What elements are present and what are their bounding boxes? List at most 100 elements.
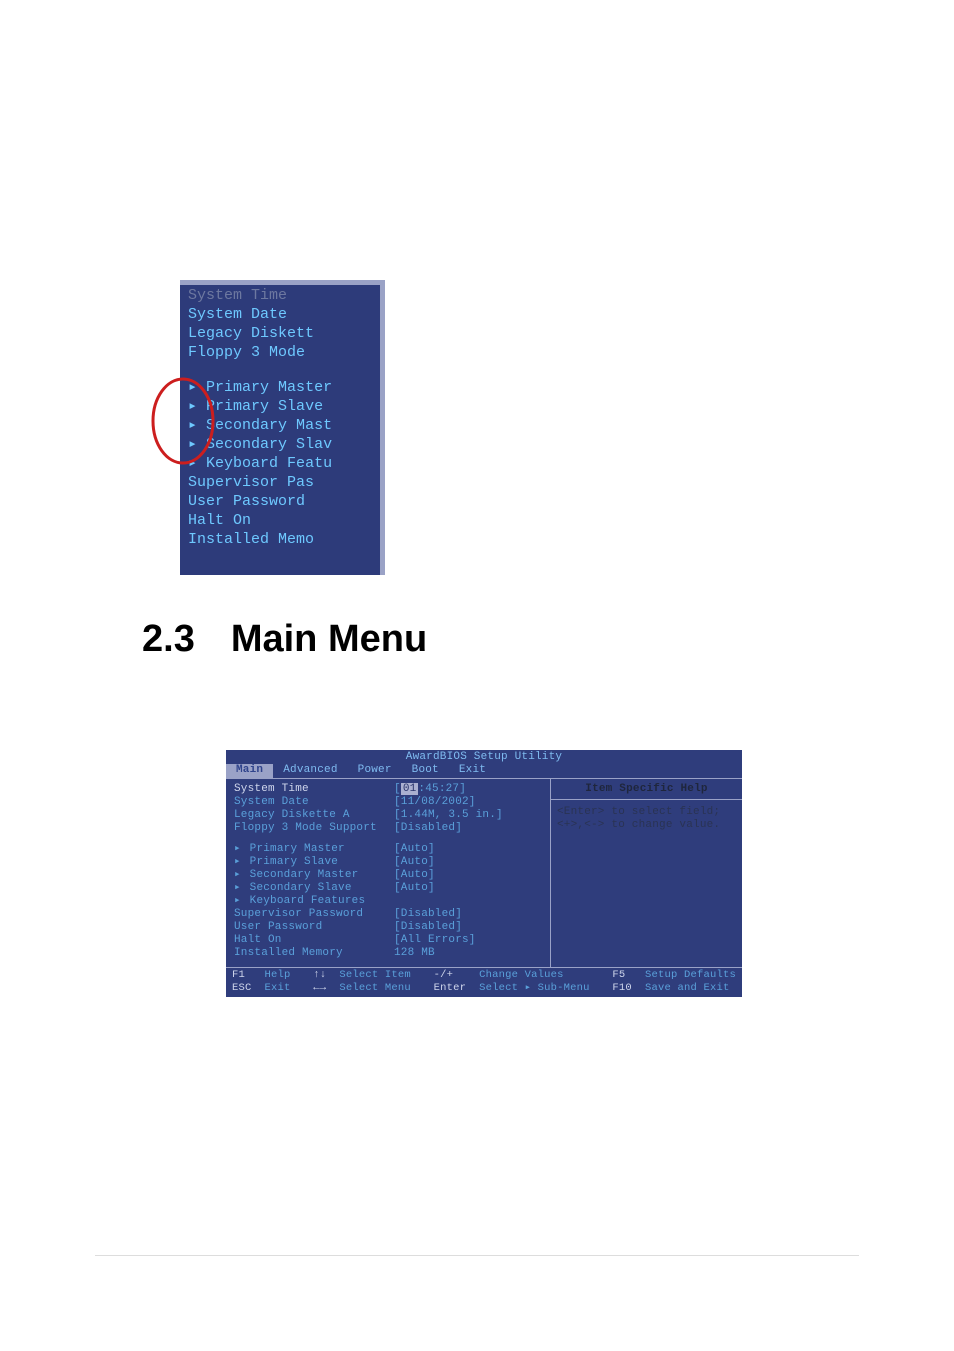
snippet-item-supervisor-password: Supervisor Pas [188,473,378,492]
snippet-item-secondary-master: ▸ Secondary Mast [188,416,378,435]
key-f10: F10 [612,982,632,994]
tab-advanced[interactable]: Advanced [273,764,347,778]
key-f5: F5 [612,969,625,981]
heading-number: 2.3 [142,618,195,660]
footer-f10: F10 Save and Exit [612,982,736,995]
value-system-date: [11/08/2002] [394,796,476,809]
snippet-primary-slave-label: Primary Slave [206,398,323,415]
footer-esc: ESC Exit [232,982,291,995]
label-primary-slave: ▸ Primary Slave [234,856,394,869]
key-leftright: ←→ [313,982,326,994]
value-primary-master: [Auto] [394,843,435,856]
value-user-password: [Disabled] [394,921,462,934]
desc-select-item: Select Item [339,969,411,981]
footer-updown: ↑↓ Select Item [313,969,411,982]
label-system-date: System Date [234,796,394,809]
help-line-2: <+>,<-> to change value. [557,819,736,832]
desc-save-exit: Save and Exit [645,982,730,994]
submenu-arrow-icon: ▸ [234,895,241,907]
section-heading: 2.3 Main Menu [142,618,427,661]
bios-snippet: System Time System Date Legacy Diskett F… [150,280,380,570]
label-installed-memory: Installed Memory [234,947,394,960]
snippet-secondary-slave-label: Secondary Slav [206,436,332,453]
field-halt-on[interactable]: Halt On [All Errors] [234,934,550,947]
help-title: Item Specific Help [557,783,736,796]
spacer [234,835,550,843]
label-legacy-diskette-a: Legacy Diskette A [234,809,394,822]
field-system-time[interactable]: System Time [01:45:27] [234,783,550,796]
label-supervisor-password: Supervisor Password [234,908,394,921]
value-primary-slave: [Auto] [394,856,435,869]
footer-f5: F5 Setup Defaults [612,969,736,982]
desc-exit: Exit [265,982,291,994]
footer-plusminus: -/+ Change Values [434,969,590,982]
label-primary-master: ▸ Primary Master [234,843,394,856]
page-footer-rule [95,1255,859,1256]
field-supervisor-password[interactable]: Supervisor Password [Disabled] [234,908,550,921]
label-system-time: System Time [234,783,394,796]
field-secondary-master[interactable]: ▸ Secondary Master [Auto] [234,869,550,882]
desc-help: Help [265,969,291,981]
field-primary-master[interactable]: ▸ Primary Master [Auto] [234,843,550,856]
footer-leftright: ←→ Select Menu [313,982,411,995]
help-separator [551,799,742,800]
footer-col-2: ↑↓ Select Item ←→ Select Menu [313,969,411,995]
system-time-rest: :45:27] [418,783,466,795]
footer-col-3: -/+ Change Values Enter Select ▸ Sub-Men… [434,969,590,995]
tab-power[interactable]: Power [348,764,402,778]
primary-slave-text: Primary Slave [250,856,338,868]
label-keyboard-features: ▸ Keyboard Features [234,895,394,908]
snippet-separator [188,362,378,378]
footer-enter: Enter Select ▸ Sub-Menu [434,982,590,995]
field-legacy-diskette-a[interactable]: Legacy Diskette A [1.44M, 3.5 in.] [234,809,550,822]
label-secondary-master: ▸ Secondary Master [234,869,394,882]
red-callout-circle [150,376,216,466]
field-keyboard-features[interactable]: ▸ Keyboard Features [234,895,550,908]
label-halt-on: Halt On [234,934,394,947]
tab-exit[interactable]: Exit [449,764,496,778]
desc-select-menu: Select Menu [339,982,411,994]
bios-title: AwardBIOS Setup Utility [226,750,742,764]
snippet-item-system-date: System Date [188,305,378,324]
help-line-1: <Enter> to select field; [557,806,736,819]
field-secondary-slave[interactable]: ▸ Secondary Slave [Auto] [234,882,550,895]
snippet-primary-master-label: Primary Master [206,379,332,396]
snippet-item-floppy: Floppy 3 Mode [188,343,378,362]
heading-title: Main Menu [231,618,427,660]
bios-window: AwardBIOS Setup Utility Main Advanced Po… [226,750,742,997]
value-floppy-3: [Disabled] [394,822,462,835]
snippet-item-halt-on: Halt On [188,511,378,530]
field-primary-slave[interactable]: ▸ Primary Slave [Auto] [234,856,550,869]
snippet-item-keyboard-features: ▸ Keyboard Featu [188,454,378,473]
snippet-item-primary-master: ▸ Primary Master [188,378,378,397]
value-supervisor-password: [Disabled] [394,908,462,921]
snippet-keyboard-features-label: Keyboard Featu [206,455,332,472]
label-floppy-3: Floppy 3 Mode Support [234,822,394,835]
snippet-item-user-password: User Password [188,492,378,511]
desc-select-submenu: Select ▸ Sub-Menu [479,982,590,994]
field-system-date[interactable]: System Date [11/08/2002] [234,796,550,809]
value-system-time: [01:45:27] [394,783,466,796]
snippet-item-installed-memory: Installed Memo [188,530,378,549]
document-page: System Time System Date Legacy Diskett F… [0,0,954,1351]
submenu-arrow-icon: ▸ [234,843,241,855]
key-esc: ESC [232,982,252,994]
submenu-arrow-icon: ▸ [234,869,241,881]
bios-menu-bar: Main Advanced Power Boot Exit [226,764,742,778]
secondary-slave-text: Secondary Slave [250,882,352,894]
snippet-item-legacy-diskette: Legacy Diskett [188,324,378,343]
label-secondary-slave: ▸ Secondary Slave [234,882,394,895]
field-floppy-3[interactable]: Floppy 3 Mode Support [Disabled] [234,822,550,835]
key-enter: Enter [434,982,467,994]
tab-boot[interactable]: Boot [402,764,449,778]
value-legacy-diskette-a: [1.44M, 3.5 in.] [394,809,503,822]
field-user-password[interactable]: User Password [Disabled] [234,921,550,934]
system-time-hour-cursor: 01 [401,783,419,795]
footer-col-1: F1 Help ESC Exit [232,969,291,995]
bios-footer: F1 Help ESC Exit ↑↓ Select Item ←→ Selec… [226,967,742,997]
tab-main[interactable]: Main [226,764,273,778]
snippet-item-secondary-slave: ▸ Secondary Slav [188,435,378,454]
value-secondary-slave: [Auto] [394,882,435,895]
submenu-arrow-icon: ▸ [234,856,241,868]
value-secondary-master: [Auto] [394,869,435,882]
